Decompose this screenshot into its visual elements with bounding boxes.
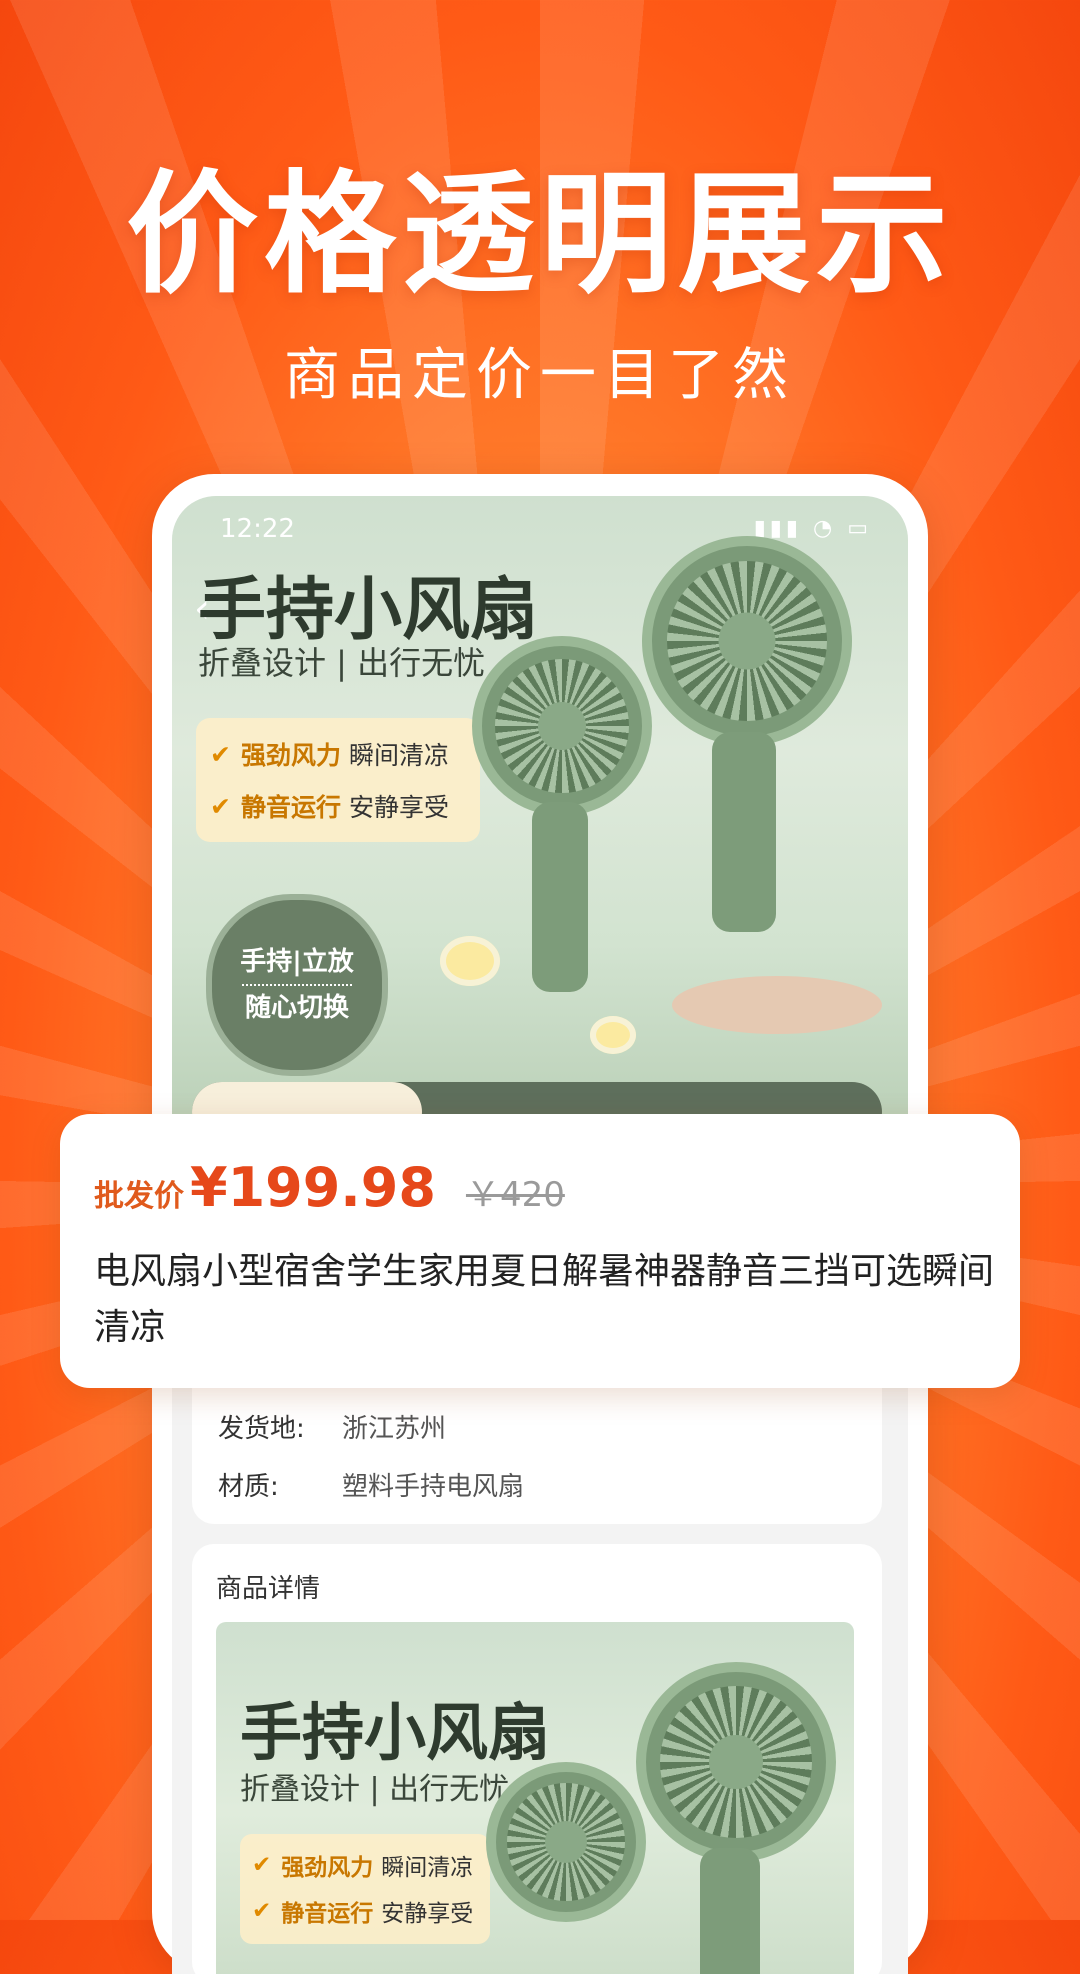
- original-price: ￥420: [465, 1175, 565, 1215]
- badge-top: 手持|立放: [240, 947, 354, 977]
- feature-strong: 静音运行: [240, 793, 341, 822]
- price-label: 批发价: [94, 1179, 184, 1214]
- hero-subtitle: 折叠设计 | 出行无忧: [198, 644, 486, 682]
- detail-hero-subtitle: 折叠设计 | 出行无忧: [240, 1772, 510, 1807]
- price-row: 批发价 ¥199.98 ￥420: [94, 1156, 565, 1219]
- detail-title: 商品详情: [216, 1574, 321, 1604]
- feature-item: ✔ 静音运行 安静享受: [210, 780, 466, 832]
- info-key: 材质:: [218, 1472, 279, 1502]
- feature-item: ✔ 静音运行 安静享受: [252, 1888, 478, 1934]
- detail-feature-list: ✔ 强劲风力 瞬间清凉 ✔ 静音运行 安静享受: [240, 1834, 490, 1944]
- status-time: 12:22: [220, 514, 295, 544]
- fan-large-illustration: [642, 536, 852, 936]
- promo-subheadline: 商品定价一目了然: [284, 343, 796, 408]
- flower-illustration: [440, 936, 500, 986]
- badge-bottom: 随心切换: [244, 993, 349, 1023]
- promo-headline: 价格透明展示: [126, 158, 954, 312]
- feature-text: 安静享受: [381, 1901, 474, 1927]
- feature-text: 瞬间清凉: [381, 1855, 474, 1881]
- feature-item: ✔ 强劲风力 瞬间清凉: [210, 728, 466, 780]
- feature-item: ✔ 强劲风力 瞬间清凉: [252, 1842, 478, 1888]
- detail-image: 手持小风扇 折叠设计 | 出行无忧 ✔ 强劲风力 瞬间清凉 ✔ 静音运行 安静享…: [216, 1622, 854, 1974]
- price-value: ¥199.98: [190, 1156, 436, 1219]
- info-row-origin: 发货地: 浙江苏州: [218, 1408, 446, 1445]
- check-icon: ✔: [210, 791, 231, 821]
- fan-detail-illustration: [636, 1662, 836, 1974]
- feature-strong: 强劲风力: [240, 741, 341, 770]
- fan-small-illustration: [472, 636, 652, 1006]
- info-key: 发货地:: [218, 1414, 305, 1444]
- info-row-material: 材质: 塑料手持电风扇: [218, 1466, 524, 1503]
- check-icon: ✔: [252, 1898, 272, 1924]
- product-detail-card: 商品详情 手持小风扇 折叠设计 | 出行无忧 ✔ 强劲风力 瞬间清凉 ✔ 静音运…: [192, 1544, 882, 1974]
- feature-strong: 静音运行: [281, 1901, 374, 1927]
- flower-illustration: [590, 1016, 636, 1054]
- feature-text: 安静享受: [348, 793, 449, 822]
- feature-text: 瞬间清凉: [348, 741, 449, 770]
- product-title: 电风扇小型宿舍学生家用夏日解暑神器静音三挡可选瞬间清凉: [94, 1251, 995, 1348]
- stone-stand-illustration: [672, 976, 882, 1034]
- feature-strong: 强劲风力: [281, 1855, 374, 1881]
- fan-detail-small-illustration: [486, 1762, 646, 1974]
- info-value: 塑料手持电风扇: [342, 1472, 525, 1502]
- product-hero-image: 12:22 ▮▮▮ ◔ ▭ ‹ 手持小风扇 折叠设计 | 出行无忧 ✔ 强劲风力…: [172, 496, 908, 1142]
- feature-list: ✔ 强劲风力 瞬间清凉 ✔ 静音运行 安静享受: [196, 718, 480, 842]
- product-info-card: 发货地: 浙江苏州 材质: 塑料手持电风扇: [192, 1386, 882, 1524]
- info-value: 浙江苏州: [342, 1414, 447, 1444]
- check-icon: ✔: [252, 1852, 272, 1878]
- mode-badge: 手持|立放 随心切换: [206, 894, 388, 1076]
- check-icon: ✔: [210, 739, 231, 769]
- detail-hero-title: 手持小风扇: [240, 1696, 551, 1769]
- price-card[interactable]: 批发价 ¥199.98 ￥420 电风扇小型宿舍学生家用夏日解暑神器静音三挡可选…: [60, 1114, 1020, 1388]
- badge-divider: [242, 984, 352, 986]
